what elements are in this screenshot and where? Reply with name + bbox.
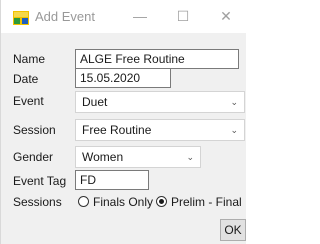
event-label: Event xyxy=(13,94,44,108)
event-tag-value: FD xyxy=(80,173,96,187)
session-label: Session xyxy=(13,123,56,137)
chevron-down-icon: ⌄ xyxy=(186,152,194,162)
name-label: Name xyxy=(13,52,46,66)
finals-only-label: Finals Only xyxy=(93,195,154,209)
gender-value: Women xyxy=(82,150,124,164)
minimize-button[interactable]: — xyxy=(125,4,155,28)
add-event-dialog: Add Event — ☐ ✕ Name ALGE Free Routine D… xyxy=(0,0,247,244)
title-bar[interactable]: Add Event — ☐ ✕ xyxy=(1,0,247,33)
finals-only-radio[interactable] xyxy=(78,196,89,207)
gender-label: Gender xyxy=(13,150,54,164)
session-select[interactable]: Free Routine ⌄ xyxy=(75,119,245,141)
event-select[interactable]: Duet ⌄ xyxy=(75,91,245,113)
date-input[interactable]: 15.05.2020 xyxy=(75,68,171,88)
gender-select[interactable]: Women ⌄ xyxy=(75,146,201,168)
date-value: 15.05.2020 xyxy=(80,71,141,85)
radio-selected-dot xyxy=(159,199,164,204)
sessions-label: Sessions xyxy=(13,195,62,209)
chevron-down-icon: ⌄ xyxy=(230,125,238,135)
maximize-button[interactable]: ☐ xyxy=(168,4,198,28)
ok-button[interactable]: OK xyxy=(220,219,246,241)
chevron-down-icon: ⌄ xyxy=(230,97,238,107)
window-title: Add Event xyxy=(35,9,95,24)
prelim-final-label: Prelim - Final xyxy=(171,195,242,209)
prelim-final-radio[interactable] xyxy=(156,196,167,207)
event-tag-input[interactable]: FD xyxy=(75,170,149,190)
event-tag-label: Event Tag xyxy=(13,174,67,188)
name-value: ALGE Free Routine xyxy=(80,52,185,66)
name-input[interactable]: ALGE Free Routine xyxy=(75,49,239,69)
app-logo-icon xyxy=(13,11,29,25)
session-value: Free Routine xyxy=(82,123,152,137)
event-value: Duet xyxy=(82,95,108,109)
date-label: Date xyxy=(13,72,39,86)
close-button[interactable]: ✕ xyxy=(211,4,241,28)
